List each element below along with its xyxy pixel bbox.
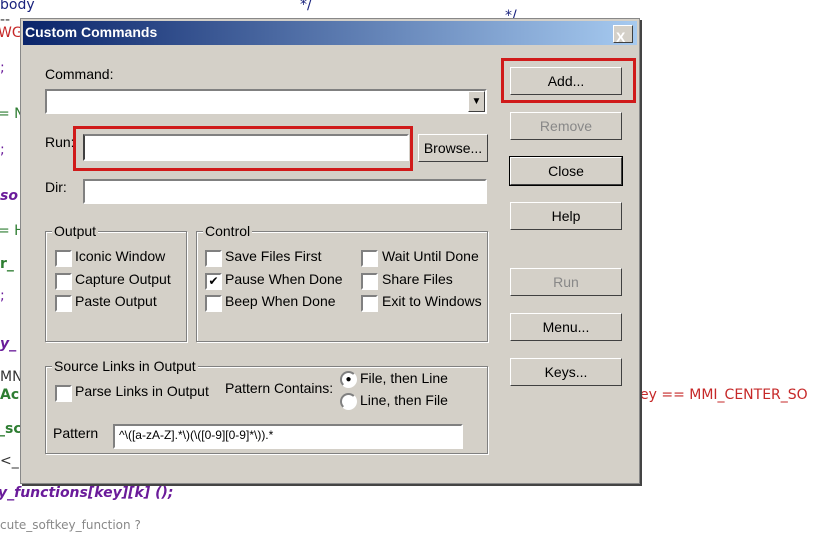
checkmark-icon: ✔ [208, 274, 219, 288]
checkbox-label: Beep When Done [225, 293, 336, 309]
dir-label: Dir: [45, 179, 67, 195]
close-icon: X [616, 29, 626, 45]
checkbox-label: Paste Output [75, 293, 157, 309]
browse-button[interactable]: Browse... [418, 134, 488, 162]
title-bar[interactable]: Custom Commands X [23, 21, 637, 45]
run-label: Run: [45, 134, 75, 150]
close-window-button[interactable]: X [613, 25, 633, 45]
pattern-label: Pattern [53, 425, 99, 441]
checkbox-beep-when-done[interactable] [205, 295, 222, 312]
checkbox-label: Wait Until Done [382, 248, 479, 264]
checkbox-pause-when-done[interactable]: ✔ [205, 273, 222, 290]
code-fragment: y_ [0, 336, 17, 352]
source-links-label: Source Links in Output [52, 358, 198, 374]
code-fragment: y_functions[key][k] (); [0, 485, 174, 501]
highlight-box-add [501, 58, 636, 103]
control-group-label: Control [203, 223, 253, 239]
code-fragment: */ [300, 0, 312, 13]
dir-input[interactable] [83, 179, 487, 204]
menu-button[interactable]: Menu... [510, 313, 622, 341]
dropdown-button[interactable]: ▼ [468, 91, 485, 112]
code-fragment: _sc [0, 421, 22, 437]
command-combobox[interactable]: ▼ [45, 89, 487, 114]
checkbox-save-files-first[interactable] [205, 250, 222, 267]
code-fragment: ey == MMI_CENTER_SO [640, 387, 808, 403]
pattern-contains-label: Pattern Contains: [225, 380, 334, 396]
checkbox-label: Iconic Window [75, 248, 166, 264]
command-label: Command: [45, 66, 114, 82]
close-button[interactable]: Close [509, 156, 623, 186]
dialog-title: Custom Commands [25, 24, 158, 40]
checkbox-label: Capture Output [75, 271, 171, 287]
run-button[interactable]: Run [510, 268, 622, 296]
pattern-value: ^\([a-zA-Z].*\)(\([0-9][0-9]*\)).* [119, 428, 274, 442]
radio-line-then-file[interactable] [340, 393, 357, 410]
chevron-down-icon: ▼ [471, 96, 482, 107]
checkbox-exit-to-windows[interactable] [361, 295, 378, 312]
output-group-label: Output [52, 223, 99, 239]
parse-links-checkbox[interactable] [55, 385, 72, 402]
line-then-file-label: Line, then File [360, 392, 448, 408]
highlight-box-run [73, 126, 413, 171]
custom-commands-dialog: Custom Commands X Command: ▼ Run: Browse… [20, 18, 640, 484]
checkbox-capture-output[interactable] [55, 273, 72, 290]
checkbox-iconic-window[interactable] [55, 250, 72, 267]
checkbox-share-files[interactable] [361, 273, 378, 290]
keys-button[interactable]: Keys... [510, 358, 622, 386]
code-fragment: ; [0, 288, 5, 304]
checkbox-label: Share Files [382, 271, 453, 287]
checkbox-label: Save Files First [225, 248, 322, 264]
help-button[interactable]: Help [510, 202, 622, 230]
parse-links-label: Parse Links in Output [75, 383, 209, 399]
radio-file-then-line[interactable]: ● [340, 371, 357, 388]
code-fragment: ; [0, 142, 5, 158]
code-fragment: cute_softkey_function ? [0, 518, 141, 532]
remove-button[interactable]: Remove [510, 112, 622, 140]
code-fragment: <_ [0, 453, 19, 469]
code-fragment: r_ [0, 256, 14, 272]
code-fragment: Ac [0, 387, 20, 403]
checkbox-label: Exit to Windows [382, 293, 482, 309]
code-fragment: so [0, 188, 18, 204]
checkbox-paste-output[interactable] [55, 295, 72, 312]
radio-dot-icon: ● [345, 374, 352, 385]
code-fragment: ; [0, 60, 5, 76]
file-then-line-label: File, then Line [360, 370, 448, 386]
pattern-input[interactable]: ^\([a-zA-Z].*\)(\([0-9][0-9]*\)).* [113, 424, 463, 449]
checkbox-wait-until-done[interactable] [361, 250, 378, 267]
checkbox-label: Pause When Done [225, 271, 343, 287]
